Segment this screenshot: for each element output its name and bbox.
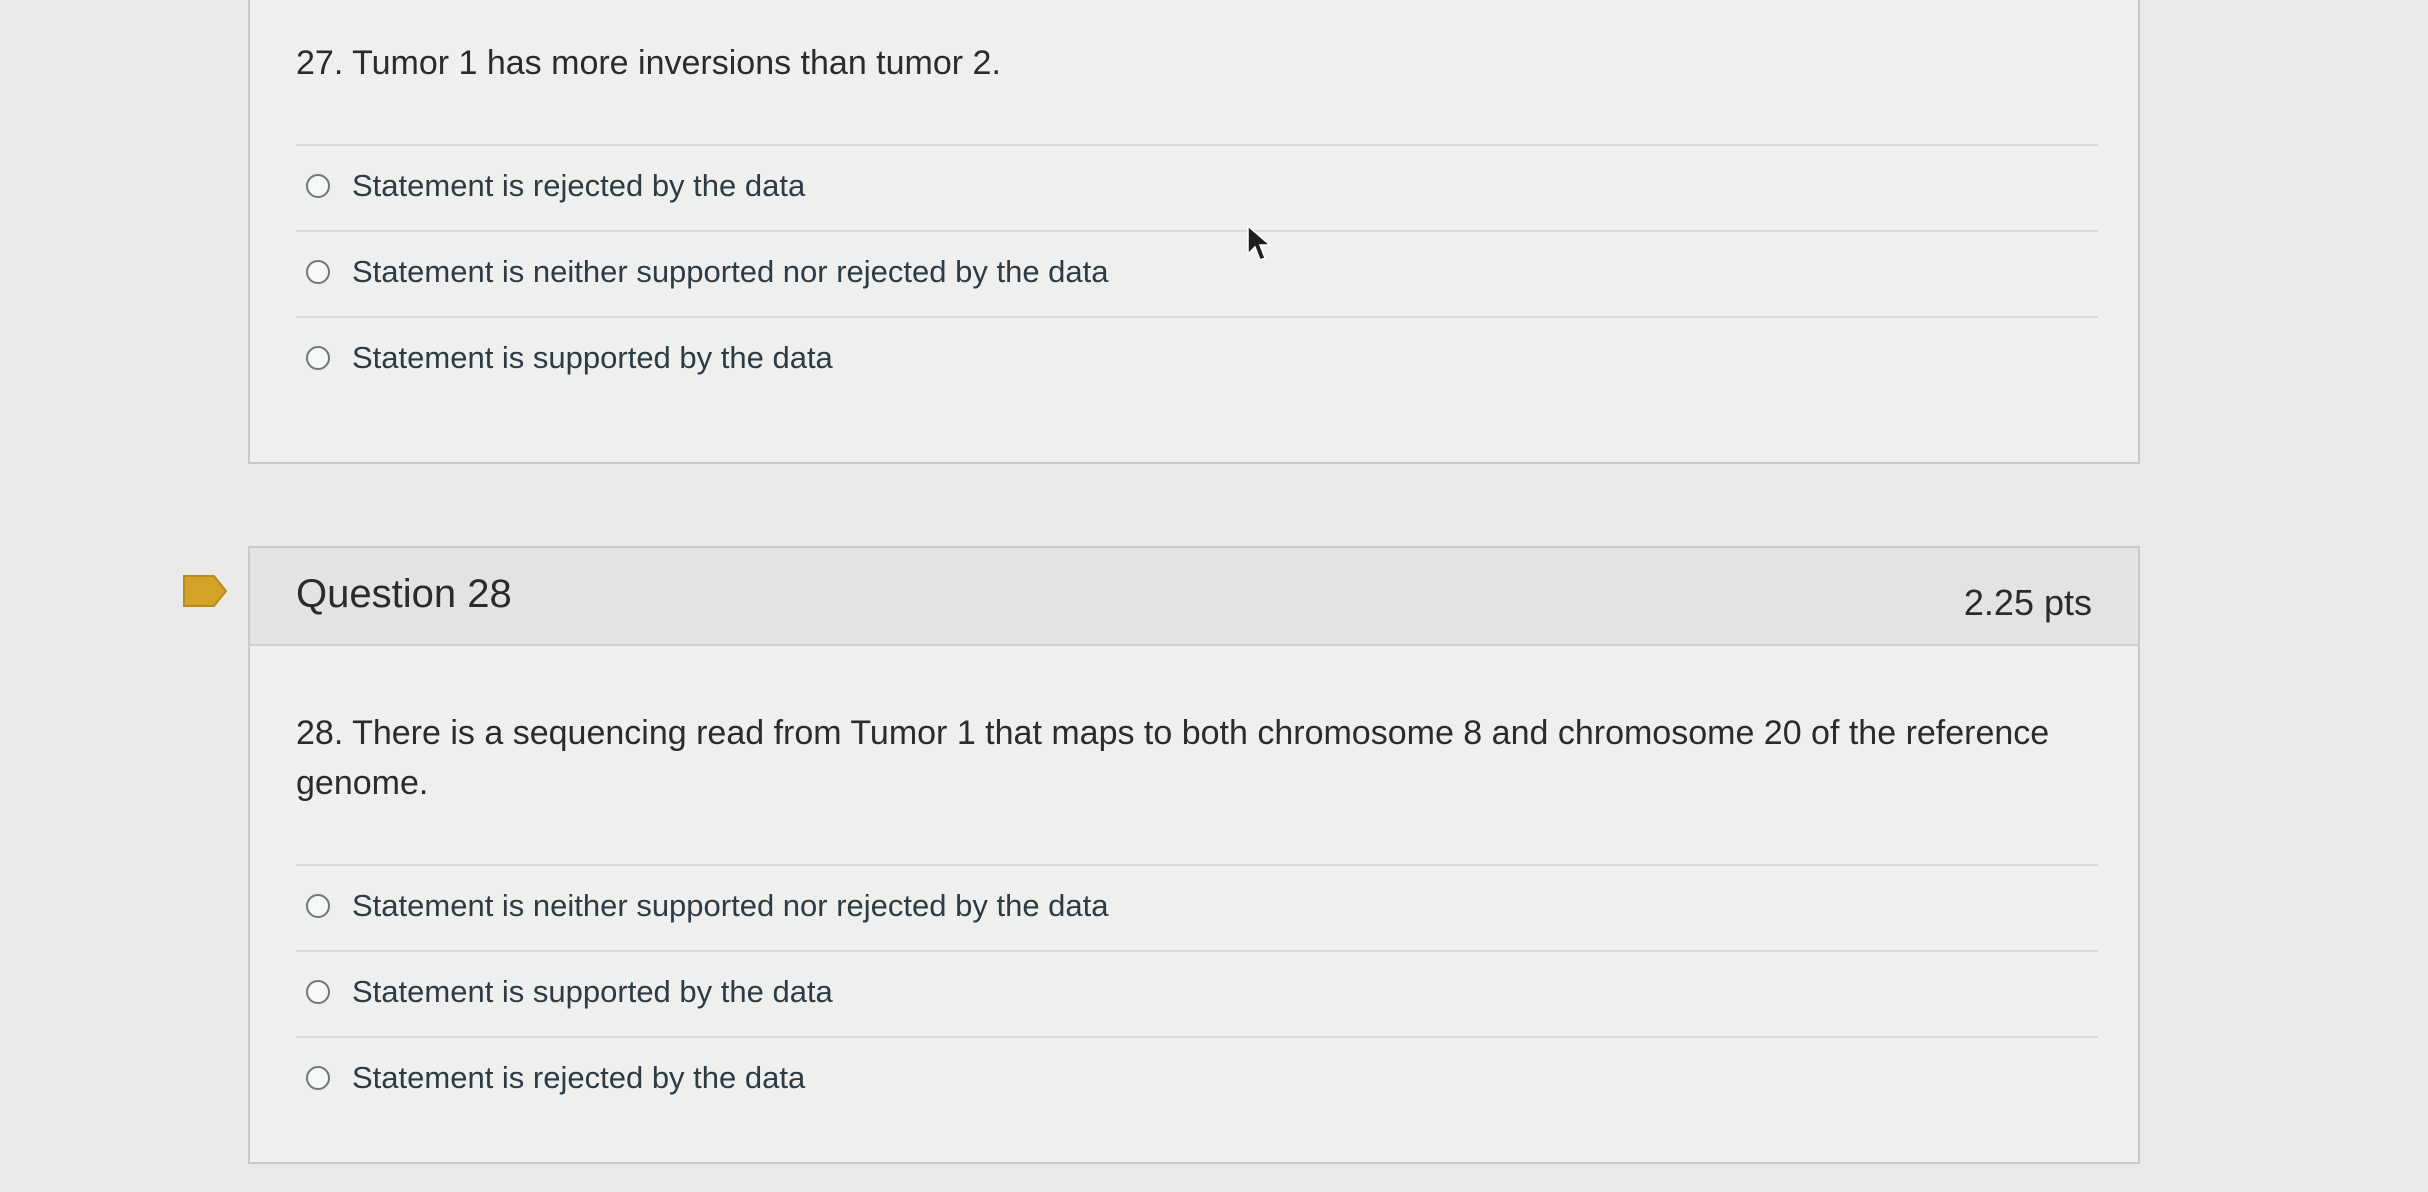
answer-label[interactable]: Statement is supported by the data: [352, 974, 833, 1010]
radio-button[interactable]: [306, 1066, 330, 1090]
question-points: 2.25 pts: [1963, 582, 2092, 623]
question-28-header: Question 28 2.25 pts: [250, 548, 2138, 646]
radio-button[interactable]: [306, 260, 330, 284]
answer-label[interactable]: Statement is neither supported nor rejec…: [352, 888, 1109, 924]
question-27-card: 27. Tumor 1 has more inversions than tum…: [248, 0, 2140, 464]
question-28-answers: Statement is neither supported nor rejec…: [296, 864, 2098, 1122]
question-28-card: Question 28 2.25 pts 28. There is a sequ…: [248, 546, 2140, 1164]
radio-button[interactable]: [306, 894, 330, 918]
mouse-pointer-icon: [1247, 224, 1273, 261]
answer-label[interactable]: Statement is rejected by the data: [352, 1060, 805, 1096]
question-27-text: 27. Tumor 1 has more inversions than tum…: [296, 44, 1001, 82]
answer-option[interactable]: Statement is supported by the data: [296, 316, 2098, 402]
question-27-answers: Statement is rejected by the data Statem…: [296, 144, 2098, 402]
answer-option[interactable]: Statement is rejected by the data: [296, 144, 2098, 230]
answer-label[interactable]: Statement is rejected by the data: [352, 168, 805, 204]
answer-label[interactable]: Statement is supported by the data: [352, 340, 833, 376]
answer-option[interactable]: Statement is supported by the data: [296, 950, 2098, 1036]
answer-option[interactable]: Statement is neither supported nor rejec…: [296, 864, 2098, 950]
answer-option[interactable]: Statement is rejected by the data: [296, 1036, 2098, 1122]
bookmark-flag-icon[interactable]: [182, 574, 228, 608]
question-28-text: 28. There is a sequencing read from Tumo…: [296, 714, 2050, 802]
radio-button[interactable]: [306, 980, 330, 1004]
question-title: Question 28: [296, 572, 512, 616]
radio-button[interactable]: [306, 346, 330, 370]
radio-button[interactable]: [306, 174, 330, 198]
answer-option[interactable]: Statement is neither supported nor rejec…: [296, 230, 2098, 316]
answer-label[interactable]: Statement is neither supported nor rejec…: [352, 254, 1109, 290]
